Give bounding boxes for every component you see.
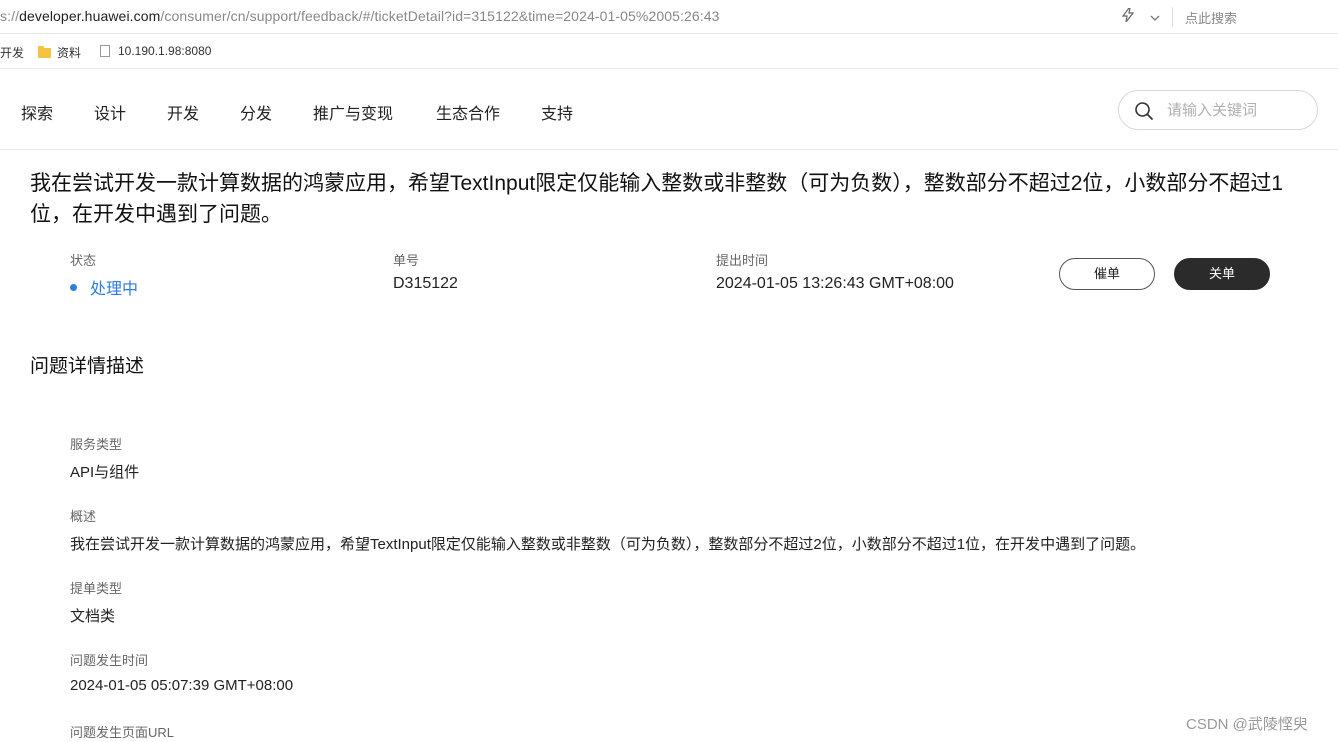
field-occurrence-time: 问题发生时间 2024-01-05 05:07:39 GMT+08:00: [70, 650, 293, 694]
browser-address-bar: s://developer.huawei.com/consumer/cn/sup…: [0, 0, 1338, 34]
status-dot-icon: [70, 283, 77, 291]
field-page-url: 问题发生页面URL: [70, 722, 174, 741]
status-value: 处理中: [70, 275, 138, 299]
watermark: CSDN @武陵悭臾: [1186, 716, 1308, 733]
nav-item-explore[interactable]: 探索: [21, 100, 53, 124]
field-label: 问题发生时间: [70, 653, 149, 668]
bookmark-dev[interactable]: 开发: [0, 44, 24, 61]
close-ticket-button[interactable]: 关单: [1174, 258, 1270, 290]
ticket-number-block: 单号 D315122: [393, 250, 458, 293]
field-value: 我在尝试开发一款计算数据的鸿蒙应用，希望TextInput限定仅能输入整数或非整…: [70, 536, 1146, 553]
site-search[interactable]: [1118, 90, 1318, 130]
field-ticket-type: 提单类型 文档类: [70, 578, 122, 626]
bookmark-docs[interactable]: 资料: [38, 44, 81, 61]
status-block: 状态 处理中: [70, 250, 138, 299]
ticket-number-label: 单号: [393, 253, 420, 268]
field-summary: 概述 我在尝试开发一款计算数据的鸿蒙应用，希望TextInput限定仅能输入整数…: [70, 506, 1145, 554]
field-service-type: 服务类型 API与组件: [70, 434, 139, 482]
nav-item-develop[interactable]: 开发: [167, 100, 199, 124]
page-icon: [100, 45, 110, 57]
address-url[interactable]: s://developer.huawei.com/consumer/cn/sup…: [0, 8, 720, 24]
status-label: 状态: [70, 253, 97, 268]
field-value: 文档类: [70, 608, 116, 625]
browser-search-box[interactable]: 点此搜索: [1185, 8, 1237, 27]
field-label: 问题发生页面URL: [70, 725, 175, 740]
bookmark-label: 资料: [57, 46, 82, 60]
address-separator: [1172, 7, 1173, 27]
field-value: API与组件: [70, 464, 140, 481]
url-prefix: s://: [0, 8, 20, 24]
field-label: 提单类型: [70, 581, 123, 596]
ticket-number-value: D315122: [393, 275, 458, 292]
search-input[interactable]: [1167, 99, 1307, 121]
field-label: 服务类型: [70, 437, 123, 452]
field-label: 概述: [70, 509, 97, 524]
folder-icon: [38, 45, 51, 58]
chevron-down-icon[interactable]: [1150, 10, 1160, 25]
status-text: 处理中: [90, 281, 139, 298]
nav-item-design[interactable]: 设计: [94, 100, 126, 124]
ticket-title: 我在尝试开发一款计算数据的鸿蒙应用，希望TextInput限定仅能输入整数或非整…: [30, 172, 1284, 226]
submit-time-label: 提出时间: [716, 253, 769, 268]
top-navigation: 探索 设计 开发 分发 推广与变现 生态合作 支持: [0, 70, 1338, 150]
section-title: 问题详情描述: [30, 356, 145, 377]
nav-item-ecosystem[interactable]: 生态合作: [436, 100, 500, 124]
field-value: 2024-01-05 05:07:39 GMT+08:00: [70, 677, 294, 694]
bookmarks-bar: 开发 资料 10.190.1.98:8080: [0, 35, 1338, 69]
search-icon[interactable]: [1134, 101, 1154, 121]
url-path: /consumer/cn/support/feedback/#/ticketDe…: [160, 8, 720, 24]
bookmark-ip[interactable]: 10.190.1.98:8080: [100, 44, 211, 58]
lightning-icon[interactable]: [1121, 7, 1138, 25]
urge-button[interactable]: 催单: [1059, 258, 1155, 290]
submit-time-value: 2024-01-05 13:26:43 GMT+08:00: [716, 275, 954, 292]
address-bar-icons: [1121, 7, 1172, 25]
nav-item-distribute[interactable]: 分发: [240, 100, 272, 124]
nav-item-support[interactable]: 支持: [541, 100, 573, 124]
url-host: developer.huawei.com: [19, 8, 161, 24]
nav-item-promotion[interactable]: 推广与变现: [313, 100, 393, 124]
submit-time-block: 提出时间 2024-01-05 13:26:43 GMT+08:00: [716, 250, 954, 293]
bookmark-label: 10.190.1.98:8080: [118, 44, 212, 58]
bookmark-label: 开发: [0, 46, 25, 60]
